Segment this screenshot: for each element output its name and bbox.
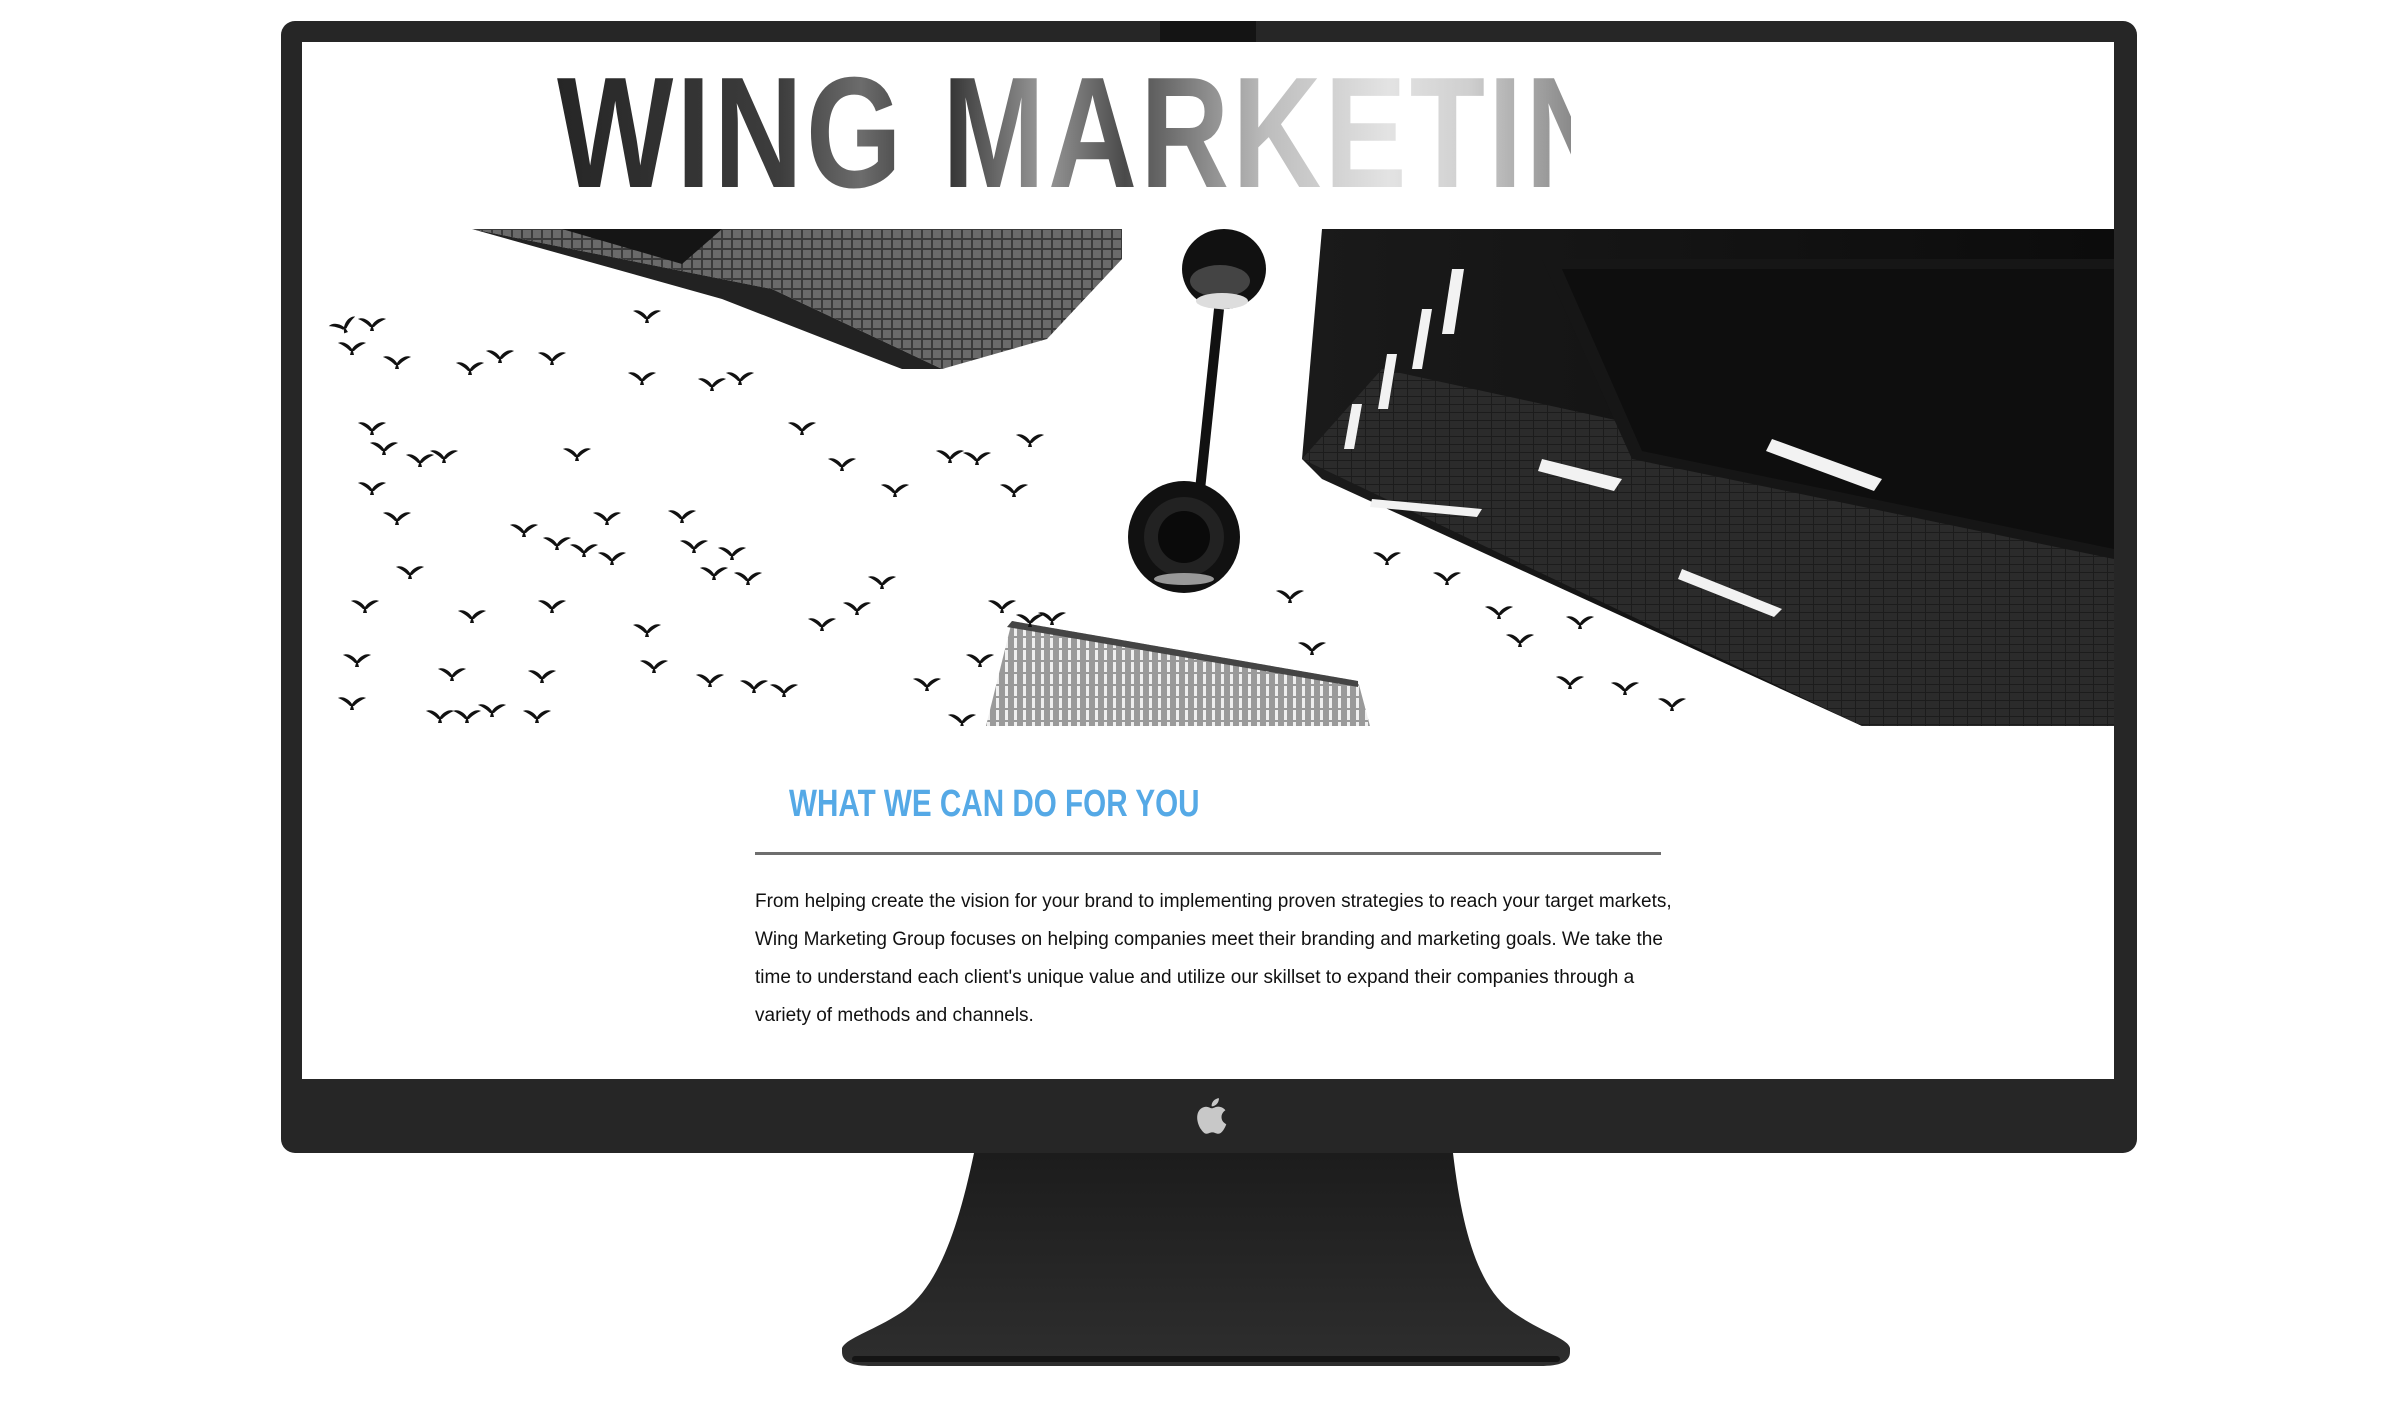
- section-divider: [755, 852, 1661, 855]
- section-body-text: From helping create the vision for your …: [755, 891, 1672, 1026]
- section-heading: WHAT WE CAN DO FOR YOU: [789, 783, 1200, 825]
- stand-base-edge: [852, 1356, 1560, 1362]
- hero-image: [302, 229, 2114, 726]
- monitor-screen: WING MARKETING GROUP WHAT WE CAN DO FOR …: [302, 42, 2114, 1079]
- site-title: WING MARKETING GROUP: [557, 45, 2114, 221]
- apple-icon: [1197, 1098, 1227, 1134]
- stand-neck: [842, 1153, 1570, 1366]
